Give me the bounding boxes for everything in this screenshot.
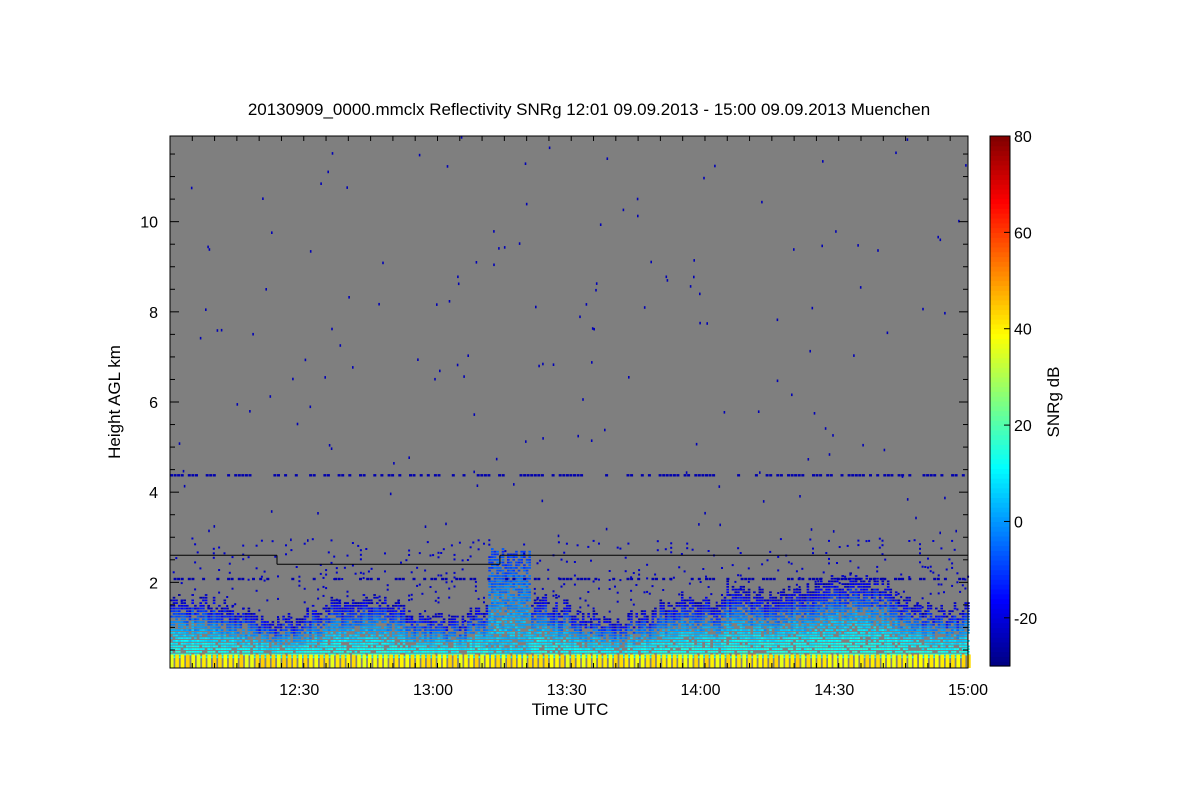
x-tick-label: 12:30	[279, 682, 319, 699]
chart-title: 20130909_0000.mmclx Reflectivity SNRg 12…	[248, 100, 930, 119]
radar-chart: 20130909_0000.mmclx Reflectivity SNRg 12…	[105, 100, 1063, 719]
x-axis-label: Time UTC	[532, 700, 609, 719]
colorbar-tick-label: 60	[1014, 225, 1032, 242]
colorbar-tick-label: 20	[1014, 418, 1032, 435]
colorbar-tick-label: 0	[1014, 514, 1023, 531]
colorbar-tick-label: 40	[1014, 322, 1032, 339]
colorbar: -20 0 20 40 60 80	[989, 129, 1037, 667]
colorbar-tick-label: -20	[1014, 611, 1037, 628]
x-tick-label: 13:30	[547, 682, 587, 699]
colorbar-label: SNRg dB	[1044, 367, 1063, 438]
y-tick-label: 8	[149, 305, 158, 322]
colorbar-tick-label: 80	[1014, 129, 1032, 146]
y-tick-label: 10	[140, 215, 158, 232]
plot-area	[169, 135, 971, 669]
x-tick-label: 14:30	[814, 682, 854, 699]
x-tick-label: 15:00	[948, 682, 988, 699]
x-tick-label: 14:00	[680, 682, 720, 699]
y-tick-label: 2	[149, 575, 158, 592]
y-tick-label: 4	[149, 485, 158, 502]
y-axis-label: Height AGL km	[105, 345, 124, 459]
x-tick-label: 13:00	[413, 682, 453, 699]
y-tick-label: 6	[149, 395, 158, 412]
plot-background	[170, 136, 968, 668]
